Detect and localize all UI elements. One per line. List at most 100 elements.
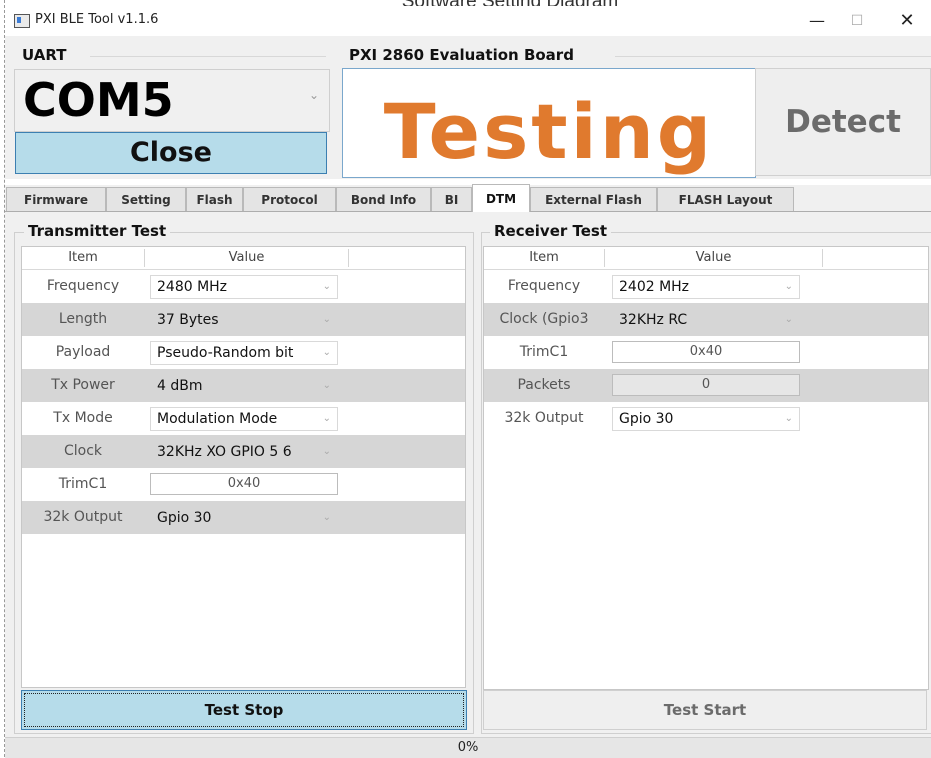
item-column-header: Item [68, 250, 98, 265]
select-value: 37 Bytes [157, 312, 219, 328]
progress-text: 0% [457, 740, 479, 755]
row-label: Length [58, 311, 108, 327]
select-value: Gpio 30 [619, 411, 674, 427]
table-header: Item Value [22, 247, 465, 270]
rx-32k-output-select[interactable]: Gpio 30 ⌄ [612, 407, 800, 431]
tx-mode-select[interactable]: Modulation Mode ⌄ [150, 407, 338, 431]
payload-select[interactable]: Pseudo-Random bit ⌄ [150, 341, 338, 365]
clock-select[interactable]: 32KHz XO GPIO 5 6 ⌄ [150, 440, 338, 464]
table-row: Frequency 2480 MHz ⌄ [22, 270, 465, 303]
row-label: TrimC1 [58, 476, 108, 492]
chevron-down-icon: ⌄ [322, 446, 331, 457]
rx-frequency-select[interactable]: 2402 MHz ⌄ [612, 275, 800, 299]
frequency-select[interactable]: 2480 MHz ⌄ [150, 275, 338, 299]
tab-dtm[interactable]: DTM [472, 184, 530, 212]
table-row: Packets 0 [484, 369, 928, 402]
app-window-icon [14, 14, 30, 28]
table-row: Length 37 Bytes ⌄ [22, 303, 465, 336]
board-status-text: Testing [383, 87, 715, 176]
receiver-title: Receiver Test [490, 222, 612, 240]
transmitter-title: Transmitter Test [24, 222, 171, 240]
close-window-button[interactable]: ✕ [887, 9, 927, 33]
tab-protocol[interactable]: Protocol [243, 187, 336, 211]
board-group-title: PXI 2860 Evaluation Board [346, 46, 577, 64]
chevron-down-icon: ⌄ [322, 281, 331, 292]
column-divider [822, 249, 823, 267]
row-label: TrimC1 [519, 344, 569, 360]
close-port-button[interactable]: Close [15, 132, 327, 174]
select-value: Pseudo-Random bit [157, 345, 294, 361]
title-bar: PXI BLE Tool v1.1.6 — ☐ ✕ [5, 6, 931, 36]
tab-external-flash[interactable]: External Flash [530, 187, 657, 211]
chevron-down-icon: ⌄ [784, 413, 793, 424]
table-row: Clock (Gpio3 32KHz RC ⌄ [484, 303, 928, 336]
select-value: 32KHz XO GPIO 5 6 [157, 444, 292, 460]
tab-setting[interactable]: Setting [106, 187, 186, 211]
transmitter-table: Item Value Frequency 2480 MHz ⌄ Length 37… [21, 246, 466, 688]
table-row: TrimC1 0x40 [22, 468, 465, 501]
table-row: Payload Pseudo-Random bit ⌄ [22, 336, 465, 369]
tx-power-select[interactable]: 4 dBm ⌄ [150, 374, 338, 398]
chevron-down-icon: ⌄ [308, 88, 319, 102]
row-label: Tx Mode [53, 410, 113, 426]
packets-count-field[interactable]: 0 [612, 374, 800, 396]
row-label: Frequency [46, 278, 120, 294]
select-value: 32KHz RC [619, 312, 688, 328]
row-label: Packets [517, 377, 571, 393]
chevron-down-icon: ⌄ [322, 512, 331, 523]
uart-group-border [90, 56, 326, 57]
test-stop-button[interactable]: Test Stop [21, 690, 467, 730]
column-divider [348, 249, 349, 267]
tab-bi[interactable]: BI [431, 187, 472, 211]
tab-flash-layout[interactable]: FLASH Layout [657, 187, 794, 211]
row-label: Clock [63, 443, 103, 459]
select-value: Modulation Mode [157, 411, 278, 427]
length-select[interactable]: 37 Bytes ⌄ [150, 308, 338, 332]
value-column-header: Value [228, 250, 265, 265]
item-column-header: Item [529, 250, 559, 265]
chevron-down-icon: ⌄ [322, 314, 331, 325]
table-row: 32k Output Gpio 30 ⌄ [484, 402, 928, 435]
focus-ring [24, 693, 464, 727]
detect-button[interactable]: Detect [755, 68, 931, 176]
table-row: Tx Power 4 dBm ⌄ [22, 369, 465, 402]
tab-firmware[interactable]: Firmware [6, 187, 106, 211]
trimc1-input[interactable]: 0x40 [150, 473, 338, 495]
select-value: Gpio 30 [157, 510, 212, 526]
chevron-down-icon: ⌄ [784, 281, 793, 292]
tab-flash[interactable]: Flash [186, 187, 243, 211]
test-start-button[interactable]: Test Start [483, 690, 927, 730]
table-row: Clock 32KHz XO GPIO 5 6 ⌄ [22, 435, 465, 468]
rx-clock-select[interactable]: 32KHz RC ⌄ [612, 308, 800, 332]
row-label: Frequency [507, 278, 581, 294]
table-header: Item Value [484, 247, 928, 270]
table-row: Tx Mode Modulation Mode ⌄ [22, 402, 465, 435]
table-row: TrimC1 0x40 [484, 336, 928, 369]
board-status-display: Testing [342, 68, 756, 178]
receiver-table: Item Value Frequency 2402 MHz ⌄ Clock (Gp… [483, 246, 929, 690]
board-group-border [615, 56, 931, 57]
minimize-button[interactable]: — [797, 9, 837, 33]
table-row: Frequency 2402 MHz ⌄ [484, 270, 928, 303]
window-title: PXI BLE Tool v1.1.6 [35, 12, 159, 27]
value-column-header: Value [695, 250, 732, 265]
progress-bar: 0% [5, 737, 931, 758]
uart-group-title: UART [19, 46, 70, 64]
row-label: 32k Output [504, 410, 584, 426]
32k-output-select[interactable]: Gpio 30 ⌄ [150, 506, 338, 530]
tab-bond-info[interactable]: Bond Info [336, 187, 431, 211]
table-row: 32k Output Gpio 30 ⌄ [22, 501, 465, 534]
maximize-button[interactable]: ☐ [837, 9, 877, 33]
chevron-down-icon: ⌄ [784, 314, 793, 325]
row-label: Tx Power [51, 377, 115, 393]
row-label: 32k Output [43, 509, 123, 525]
rx-trimc1-input[interactable]: 0x40 [612, 341, 800, 363]
select-value: 2402 MHz [619, 279, 690, 295]
chevron-down-icon: ⌄ [322, 347, 331, 358]
chevron-down-icon: ⌄ [322, 413, 331, 424]
chevron-down-icon: ⌄ [322, 380, 331, 391]
com-port-value: COM5 [23, 73, 174, 127]
com-port-select[interactable]: COM5 ⌄ [14, 69, 330, 132]
row-label: Clock (Gpio3 [499, 311, 589, 327]
select-value: 2480 MHz [157, 279, 228, 295]
